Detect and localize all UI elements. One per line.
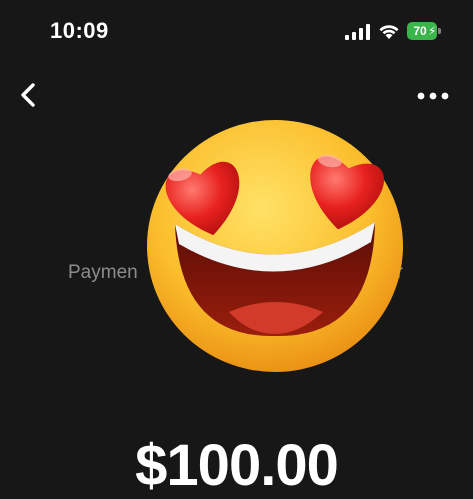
chevron-left-icon	[21, 83, 35, 107]
status-bar: 10:09 70 ⚡	[0, 0, 473, 60]
wifi-icon	[379, 25, 399, 39]
cellular-signal-icon	[345, 24, 370, 40]
more-options-button[interactable]	[414, 84, 452, 108]
charging-bolt-icon: ⚡	[428, 24, 437, 38]
back-button[interactable]	[12, 78, 46, 112]
heart-eyes-emoji	[147, 120, 403, 372]
battery-charging-icon: 70 ⚡	[407, 22, 441, 40]
battery-cap	[438, 28, 441, 34]
status-time: 10:09	[50, 18, 109, 43]
ellipsis-icon	[417, 92, 449, 100]
payment-label-start: Paymen	[68, 262, 138, 283]
payment-amount: $100.00	[135, 433, 339, 498]
